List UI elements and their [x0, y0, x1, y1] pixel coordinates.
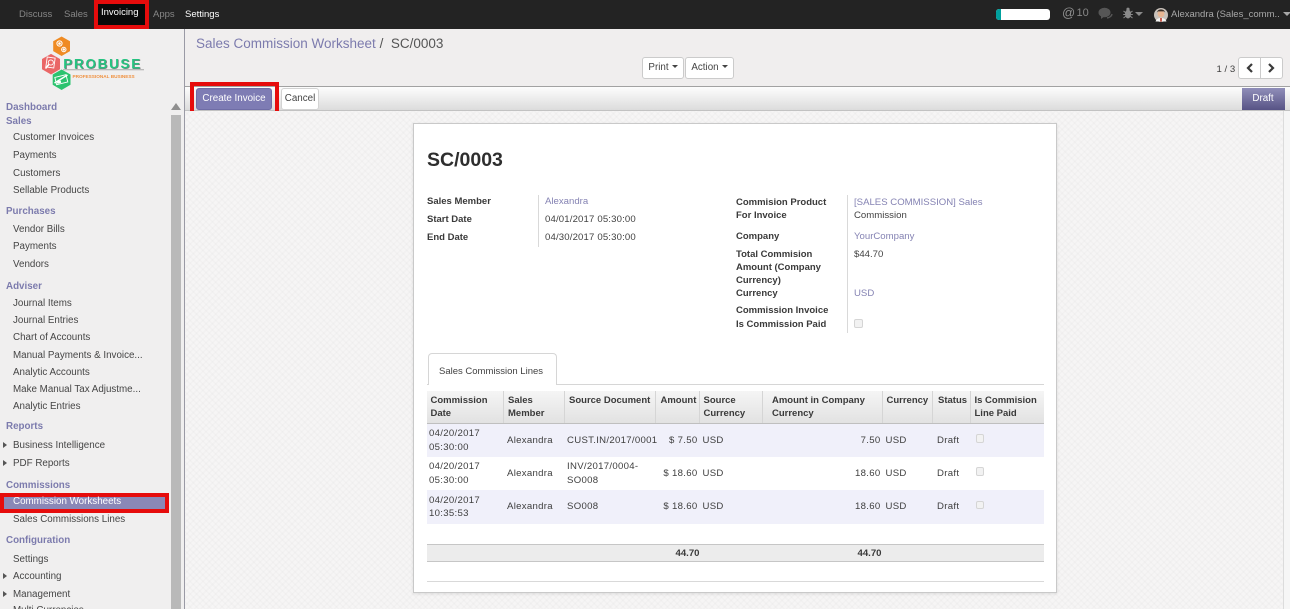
svg-text:PROBUSE: PROBUSE: [63, 56, 142, 71]
svg-text:PROFESSIONAL BUSINESS: PROFESSIONAL BUSINESS: [73, 74, 135, 79]
